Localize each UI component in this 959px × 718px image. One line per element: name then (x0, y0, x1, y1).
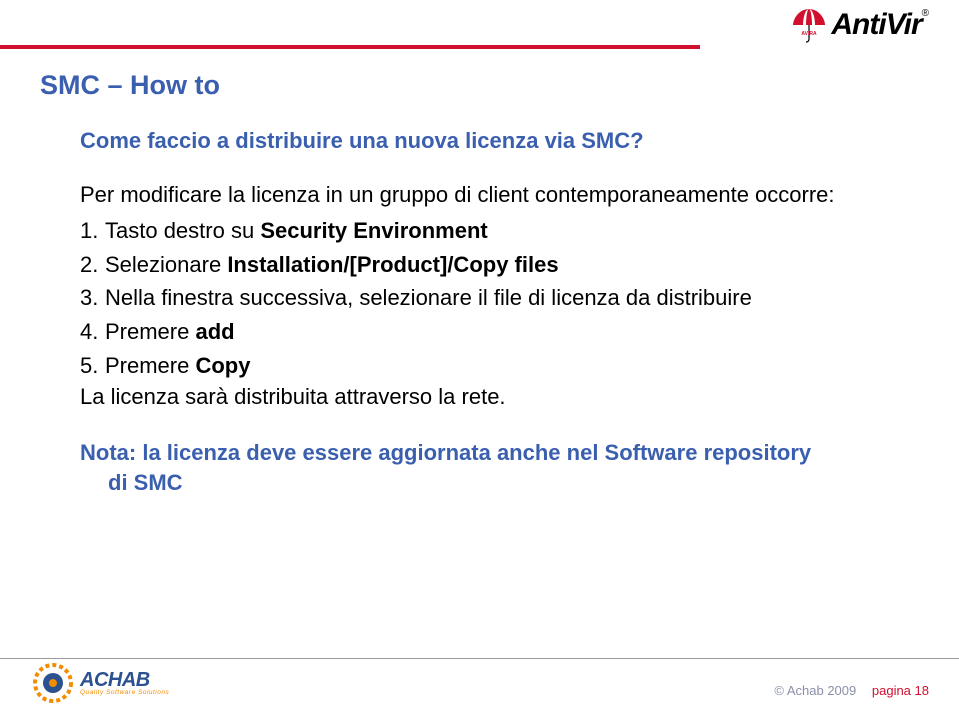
header-divider (0, 45, 700, 49)
step-1: 1.Tasto destro su Security Environment (80, 216, 880, 246)
company-tagline: Quality Software Solutions (80, 690, 169, 697)
vendor-label-svg: AVIRA (802, 31, 818, 37)
step-bold: Copy (195, 353, 250, 378)
brand-logo: AVIRA AntiVir® (789, 5, 929, 45)
step-text: Selezionare (105, 252, 227, 277)
question-heading: Come faccio a distribuire una nuova lice… (80, 128, 880, 154)
step-text: Tasto destro su (105, 218, 260, 243)
note-line-1: Nota: la licenza deve essere aggiornata … (80, 440, 811, 465)
page-title: SMC – How to (40, 70, 220, 101)
step-text: Premere (105, 319, 195, 344)
umbrella-icon: AVIRA (789, 5, 829, 45)
brand-name: AntiVir (831, 8, 921, 41)
step-bold: add (195, 319, 234, 344)
copyright: © Achab 2009 pagina 18 (774, 683, 929, 698)
step-number: 3. (80, 283, 105, 313)
step-number: 5. (80, 351, 105, 381)
gear-icon (32, 662, 74, 704)
footer: ACHAB Quality Software Solutions © Achab… (0, 658, 959, 718)
step-5: 5.Premere Copy (80, 351, 880, 381)
step-number: 2. (80, 250, 105, 280)
step-number: 4. (80, 317, 105, 347)
footer-divider (0, 658, 959, 659)
after-text: La licenza sarà distribuita attraverso l… (80, 384, 880, 410)
step-3: 3.Nella finestra successiva, selezionare… (80, 283, 880, 313)
intro-text: Per modificare la licenza in un gruppo d… (80, 182, 880, 208)
step-2: 2.Selezionare Installation/[Product]/Cop… (80, 250, 880, 280)
company-name: ACHAB (80, 670, 169, 690)
step-bold: Installation/[Product]/Copy files (227, 252, 558, 277)
step-number: 1. (80, 216, 105, 246)
step-bold: Security Environment (260, 218, 487, 243)
company-logo: ACHAB Quality Software Solutions (32, 662, 169, 704)
note-text: Nota: la licenza deve essere aggiornata … (80, 438, 880, 497)
note-line-2: di SMC (108, 470, 183, 495)
step-text: Premere (105, 353, 195, 378)
copyright-text: © Achab 2009 (774, 683, 856, 698)
page-number: pagina 18 (872, 683, 929, 698)
content-area: Come faccio a distribuire una nuova lice… (80, 128, 880, 498)
registered-mark: ® (922, 8, 929, 19)
step-4: 4.Premere add (80, 317, 880, 347)
step-text: Nella finestra successiva, selezionare i… (105, 285, 752, 310)
